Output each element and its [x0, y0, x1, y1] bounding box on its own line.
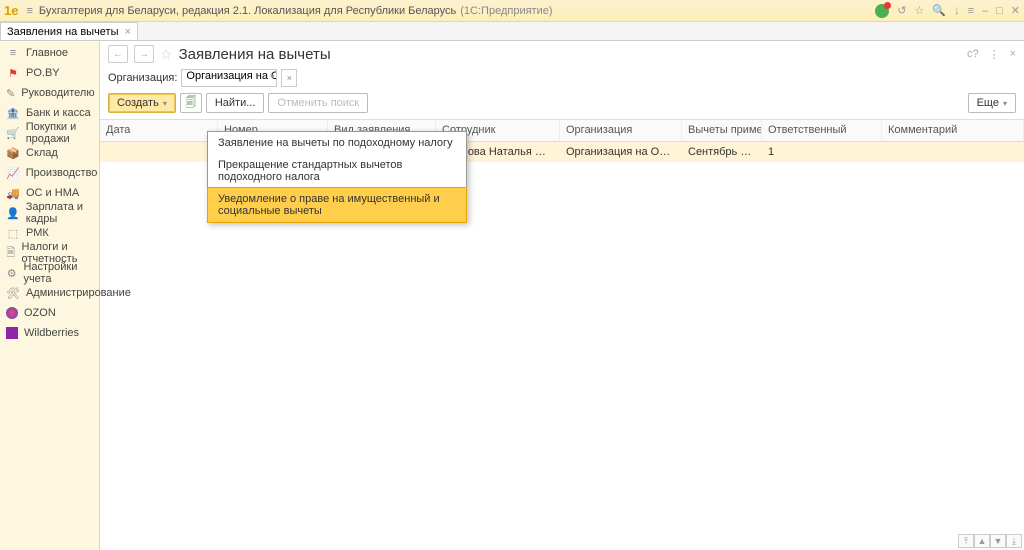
grid-up-icon[interactable]: ▲ [974, 534, 990, 548]
sidebar-icon [6, 307, 18, 319]
sidebar-icon [6, 327, 18, 339]
sidebar-label: OZON [24, 307, 56, 319]
sidebar-item[interactable]: 🗎Налоги и отчетность [0, 243, 99, 263]
sidebar-icon: 🏦 [6, 107, 20, 120]
content-area: ← → ☆ Заявления на вычеты c? ⋮ × Организ… [100, 41, 1024, 550]
sidebar-item[interactable]: 🛒 Покупки и продажи [0, 123, 99, 143]
sidebar: ≡ Главное ⚑ PO.BY ✎ Руководителю🏦 Банк и касса… [0, 41, 100, 550]
notification-badge[interactable] [875, 4, 889, 18]
close-icon[interactable]: ✕ [1011, 4, 1020, 17]
sidebar-item[interactable]: ⚙ Настройки учета [0, 263, 99, 283]
more-button[interactable]: Еще ▾ [968, 93, 1016, 113]
org-clear-button[interactable]: × [281, 69, 297, 87]
link-icon[interactable]: c? [967, 48, 979, 61]
grid-last-icon[interactable]: ⤓ [1006, 534, 1022, 548]
page-title: Заявления на вычеты [179, 46, 331, 63]
sidebar-icon: 📈 [6, 167, 20, 180]
tab-label: Заявления на вычеты [7, 26, 119, 38]
copy-button[interactable]: 🗐 [180, 93, 202, 113]
star-icon[interactable]: ☆ [915, 4, 925, 17]
sidebar-item[interactable]: 🏦 Банк и касса [0, 103, 99, 123]
sidebar-icon: 🗎 [6, 244, 16, 263]
sidebar-icon: 📦 [6, 147, 20, 160]
sidebar-label: Руководителю [21, 87, 94, 99]
sidebar-label: PO.BY [26, 67, 60, 79]
create-button[interactable]: Создать ▾ [108, 93, 176, 113]
column-header[interactable]: Дата [100, 120, 218, 141]
favorite-icon[interactable]: ☆ [160, 46, 173, 63]
sidebar-icon: 🚚 [6, 187, 20, 200]
column-header[interactable]: Комментарий [882, 120, 1024, 141]
sidebar-item[interactable]: 📦 Склад [0, 143, 99, 163]
maximize-icon[interactable]: □ [996, 5, 1003, 17]
sidebar-item[interactable]: ⬚ РМК [0, 223, 99, 243]
hamburger-icon[interactable]: ≡ [26, 5, 32, 17]
sidebar-label: Производство [26, 167, 98, 179]
sidebar-icon: 👤 [6, 207, 20, 220]
chevron-down-icon: ▾ [270, 72, 274, 81]
tab-close-icon[interactable]: × [125, 26, 131, 38]
sidebar-icon: ⚑ [6, 67, 20, 80]
sidebar-icon: 🛠 [6, 287, 20, 300]
sidebar-label: Wildberries [24, 327, 79, 339]
sidebar-item[interactable]: OZON [0, 303, 99, 323]
sidebar-label: Склад [26, 147, 58, 159]
sidebar-label: Настройки учета [23, 261, 93, 285]
column-header[interactable]: Организация [560, 120, 682, 141]
grid-down-icon[interactable]: ▼ [990, 534, 1006, 548]
cancel-search-button[interactable]: Отменить поиск [268, 93, 368, 113]
org-label: Организация: [108, 72, 177, 84]
menu-icon[interactable]: ⋮ [989, 48, 1000, 61]
column-header[interactable]: Ответственный [762, 120, 882, 141]
menu-item[interactable]: Уведомление о праве на имущественный и с… [207, 187, 467, 223]
sidebar-item[interactable]: 👤 Зарплата и кадры [0, 203, 99, 223]
sidebar-item[interactable]: Wildberries [0, 323, 99, 343]
nav-back-button[interactable]: ← [108, 45, 128, 63]
sidebar-label: Главное [26, 47, 68, 59]
column-header[interactable]: Вычеты применяются с [682, 120, 762, 141]
menu-item[interactable]: Заявление на вычеты по подоходному налог… [208, 132, 466, 154]
filter-icon[interactable]: ≡ [968, 5, 974, 17]
sidebar-label: РМК [26, 227, 49, 239]
org-select[interactable]: Организация на ОСН ООО ▾ [181, 69, 277, 87]
sidebar-icon: 🛒 [6, 127, 20, 140]
sidebar-item[interactable]: ≡ Главное [0, 43, 99, 63]
search-icon[interactable]: 🔍 [932, 4, 946, 17]
menu-item[interactable]: Прекращение стандартных вычетов подоходн… [208, 154, 466, 188]
app-title: Бухгалтерия для Беларуси, редакция 2.1. … [39, 5, 456, 17]
title-bar: 1e ≡ Бухгалтерия для Беларуси, редакция … [0, 0, 1024, 22]
sidebar-label: Зарплата и кадры [26, 201, 93, 225]
sidebar-item[interactable]: 🚚 ОС и НМА [0, 183, 99, 203]
sidebar-icon: ✎ [6, 87, 15, 100]
sidebar-icon: ≡ [6, 47, 20, 59]
app-logo: 1e [4, 3, 18, 18]
document-tab-bar: Заявления на вычеты × [0, 22, 1024, 41]
chevron-down-icon: ▾ [1003, 99, 1007, 108]
org-value: Организация на ОСН ООО [186, 70, 277, 82]
minimize-icon[interactable]: – [982, 5, 988, 17]
sidebar-icon: ⚙ [6, 267, 17, 280]
panel-close-icon[interactable]: × [1010, 48, 1016, 61]
nav-fwd-button[interactable]: → [134, 45, 154, 63]
app-subtitle: (1С:Предприятие) [460, 5, 552, 17]
create-dropdown: Заявление на вычеты по подоходному налог… [207, 131, 467, 223]
grid-first-icon[interactable]: ⤒ [958, 534, 974, 548]
grid-nav: ⤒ ▲ ▼ ⤓ [958, 534, 1022, 548]
find-button[interactable]: Найти... [206, 93, 265, 113]
sidebar-item[interactable]: 🛠Администрирование [0, 283, 99, 303]
sidebar-icon: ⬚ [6, 227, 20, 240]
sidebar-label: Покупки и продажи [26, 121, 93, 145]
sidebar-item[interactable]: ✎ Руководителю [0, 83, 99, 103]
sidebar-label: Банк и касса [26, 107, 91, 119]
sidebar-item[interactable]: 📈 Производство [0, 163, 99, 183]
sidebar-label: ОС и НМА [26, 187, 79, 199]
sidebar-item[interactable]: ⚑ PO.BY [0, 63, 99, 83]
chevron-down-icon: ▾ [163, 99, 167, 108]
bell-text[interactable]: ↓ [954, 5, 960, 17]
history-icon[interactable]: ↺ [897, 4, 906, 17]
document-tab[interactable]: Заявления на вычеты × [0, 22, 138, 40]
